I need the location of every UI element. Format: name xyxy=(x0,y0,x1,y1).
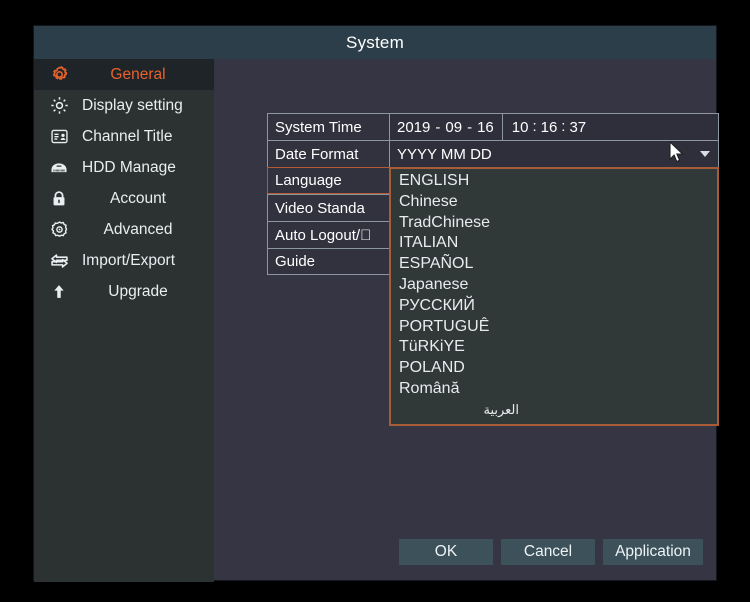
sidebar-item-label: Import/Export xyxy=(82,251,176,269)
list-item[interactable]: PORTUGUÊ xyxy=(391,317,717,338)
list-item[interactable]: Chinese xyxy=(391,192,717,213)
content-panel: System Time 2019 - 09 - 16 10: 16: 37 … xyxy=(214,59,719,582)
cog-badge-icon xyxy=(46,218,72,242)
table-row: Date Format YYYY MM DD xyxy=(267,140,719,167)
list-item[interactable]: Japanese xyxy=(391,275,717,296)
row-label: Language xyxy=(268,168,390,193)
list-item[interactable]: POLAND xyxy=(391,358,717,379)
dialog-actions: OK Cancel Application xyxy=(214,539,716,565)
ok-button[interactable]: OK xyxy=(399,539,493,565)
titlebar: System xyxy=(34,26,716,59)
sidebar-item-display-setting[interactable]: Display setting xyxy=(34,90,214,121)
time-separator: : xyxy=(561,117,566,135)
sidebar: General Display setting Channel Title HD… xyxy=(34,59,214,582)
screen: System General Display setting Channel T… xyxy=(0,0,750,602)
mouse-cursor xyxy=(669,140,685,169)
time-group[interactable]: 10 : 16 : 37 xyxy=(503,117,586,136)
gear-icon xyxy=(46,63,72,87)
dialog-body: General Display setting Channel Title HD… xyxy=(34,59,719,582)
sidebar-item-upgrade[interactable]: Upgrade xyxy=(34,276,214,307)
month-value[interactable]: 09 xyxy=(445,119,462,136)
sidebar-item-label: Upgrade xyxy=(108,282,168,300)
date-group[interactable]: 2019 - 09 - 16 xyxy=(397,119,494,136)
row-label: System Time xyxy=(268,114,390,140)
second-value[interactable]: 37 xyxy=(569,119,586,136)
list-item[interactable]: ENGLISH xyxy=(391,171,717,192)
brightness-icon xyxy=(46,94,72,118)
sidebar-item-import-export[interactable]: Import/Export xyxy=(34,245,214,276)
minute-value[interactable]: 16 xyxy=(541,119,558,136)
application-button[interactable]: Application xyxy=(603,539,703,565)
sidebar-item-general[interactable]: General xyxy=(34,59,214,90)
date-separator: - xyxy=(467,118,473,136)
sidebar-item-label: Advanced xyxy=(103,220,173,238)
hdd-icon xyxy=(46,156,72,180)
time-separator: : xyxy=(532,117,537,135)
sidebar-item-label: Account xyxy=(109,189,166,207)
row-label: Auto Logout/  xyxy=(268,222,390,248)
table-row: System Time 2019 - 09 - 16 10: 16: 37 xyxy=(267,113,719,140)
day-value[interactable]: 16 xyxy=(477,119,494,136)
sidebar-item-label: Channel Title xyxy=(82,127,173,145)
id-card-icon xyxy=(46,125,72,149)
list-item[interactable]: TüRKiYE xyxy=(391,337,717,358)
date-format-value: YYYY MM DD xyxy=(397,145,492,163)
list-item[interactable]: ESPAÑOL xyxy=(391,254,717,275)
sidebar-item-advanced[interactable]: Advanced xyxy=(34,214,214,245)
row-label: Video Standa xyxy=(268,195,390,221)
list-item[interactable]: TradChinese xyxy=(391,213,717,234)
date-separator: - xyxy=(435,118,441,136)
arrow-up-icon xyxy=(46,280,72,304)
list-item[interactable]: العربية xyxy=(391,400,717,421)
list-item[interactable]: ITALIAN xyxy=(391,233,717,254)
list-item[interactable]: Română xyxy=(391,379,717,400)
sidebar-item-account[interactable]: Account xyxy=(34,183,214,214)
row-label: Guide xyxy=(268,249,390,274)
language-dropdown-list[interactable]: ENGLISH Chinese TradChinese ITALIAN ESPA… xyxy=(389,167,719,426)
sidebar-item-label: General xyxy=(110,65,166,83)
hour-value[interactable]: 10 xyxy=(512,119,529,136)
sidebar-item-label: Display setting xyxy=(82,96,183,114)
cancel-button[interactable]: Cancel xyxy=(501,539,595,565)
system-dialog: System General Display setting Channel T… xyxy=(33,25,719,582)
page-title: System xyxy=(346,32,404,52)
lock-icon xyxy=(46,187,72,211)
sidebar-item-channel-title[interactable]: Channel Title xyxy=(34,121,214,152)
sidebar-item-label: HDD Manage xyxy=(82,158,176,176)
list-item[interactable]: РУССКИЙ xyxy=(391,296,717,317)
system-time-value[interactable]: 2019 - 09 - 16 10 : 16 : 37 xyxy=(390,114,718,140)
sidebar-item-hdd-manage[interactable]: HDD Manage xyxy=(34,152,214,183)
year-value[interactable]: 2019 xyxy=(397,119,430,136)
exchange-icon xyxy=(46,249,72,273)
chevron-down-icon[interactable] xyxy=(700,151,710,157)
row-label: Date Format xyxy=(268,141,390,167)
